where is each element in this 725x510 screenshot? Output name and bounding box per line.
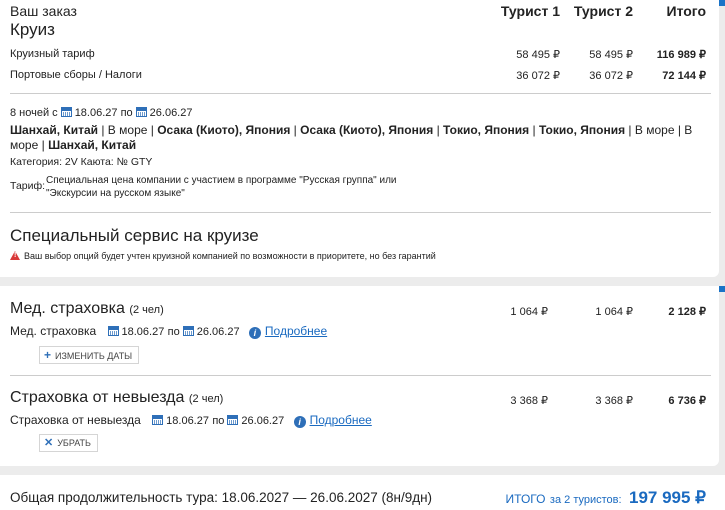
tariff-line: "Экскурсии на русском языке": [46, 188, 185, 199]
row-t1: 36 072 ₽: [516, 70, 560, 82]
row-t1: 58 495 ₽: [516, 49, 560, 61]
cancel-sub-label: Страховка от невыезда: [10, 413, 141, 427]
row-t2: 36 072 ₽: [589, 70, 633, 82]
cabin-category: Категория: 2V Каюта: № GTY: [10, 156, 153, 168]
col-total: Итого: [666, 3, 706, 19]
persons-count: (2 чел): [129, 304, 164, 316]
calendar-icon: [107, 326, 119, 336]
special-service-warning: Ваш выбор опций будет учтен круизной ком…: [10, 251, 436, 261]
info-icon[interactable]: i: [293, 416, 306, 428]
calendar-icon: [135, 107, 147, 117]
calendar-icon: [60, 107, 72, 117]
divider: [10, 212, 711, 213]
route-port: Токио, Япония: [443, 123, 530, 137]
date-to: 26.06.27: [196, 326, 240, 338]
section-cruise-title: Круиз: [10, 20, 55, 39]
tour-duration: Общая продолжительность тура: 18.06.2027…: [10, 490, 433, 505]
cancel-insurance-title: Страховка от невыезда: [10, 389, 185, 406]
date-from: 18.06.27: [121, 326, 165, 338]
nights-label: 8 ночей с: [10, 107, 58, 119]
button-label: ИЗМЕНИТЬ ДАТЫ: [55, 351, 133, 361]
med-insurance-title: Мед. страховка: [10, 300, 125, 317]
scroll-edge: [719, 286, 725, 292]
route-port: Токио, Япония: [538, 123, 626, 137]
info-icon[interactable]: i: [248, 327, 261, 339]
divider: [10, 93, 711, 94]
calendar-icon: [227, 415, 239, 425]
calendar-icon: [152, 415, 164, 425]
order-title: Ваш заказ: [10, 3, 77, 19]
route-separator: |: [433, 123, 444, 137]
remove-button[interactable]: ✕ УБРАТЬ: [39, 434, 98, 452]
cancel-insurance-heading: Страховка от невыезда (2 чел): [10, 389, 223, 407]
route-separator: |: [529, 123, 539, 137]
med-t1: 1 064 ₽: [510, 306, 548, 318]
total-label: ИТОГО: [505, 492, 546, 506]
grand-total: ИТОГО за 2 туристов: 197 995 ₽: [506, 488, 706, 508]
plus-icon: +: [44, 348, 52, 362]
cancel-t1: 3 368 ₽: [510, 395, 548, 407]
route-port: Шанхай, Китай: [10, 123, 99, 137]
total-value: 197 995 ₽: [629, 488, 706, 507]
button-label: УБРАТЬ: [57, 438, 91, 448]
to-word: по: [120, 107, 133, 119]
divider: [10, 375, 711, 376]
cancel-total: 6 736 ₽: [668, 395, 706, 407]
warning-text: Ваш выбор опций будет учтен круизной ком…: [24, 251, 436, 261]
special-service-title: Специальный сервис на круизе: [10, 226, 259, 245]
tariff-description: Специальная цена компании с участием в п…: [46, 174, 397, 200]
col-tourist-2: Турист 2: [573, 3, 633, 19]
row-label: Портовые сборы / Налоги: [10, 69, 142, 81]
route-port: Осака (Киото), Япония: [157, 123, 291, 137]
route-port: Осака (Киото), Япония: [300, 123, 434, 137]
scroll-edge: [719, 0, 725, 6]
more-link[interactable]: Подробнее: [310, 413, 372, 427]
date-to: 26.06.27: [241, 415, 285, 427]
order-card: Ваш заказ Турист 1 Турист 2 Итого Круиз …: [0, 0, 725, 277]
order-footer: Общая продолжительность тура: 18.06.2027…: [0, 475, 725, 510]
cancel-details: Страховка от невыезда 18.06.27 по 26.06.2…: [10, 413, 372, 428]
change-dates-button[interactable]: + ИЗМЕНИТЬ ДАТЫ: [39, 346, 140, 364]
row-total: 116 989 ₽: [656, 49, 706, 61]
persons-count: (2 чел): [188, 393, 224, 405]
row-t2: 58 495 ₽: [589, 49, 633, 61]
more-link[interactable]: Подробнее: [265, 324, 327, 338]
tariff-label: Тариф:: [10, 180, 46, 192]
med-total: 2 128 ₽: [668, 306, 706, 318]
med-insurance-heading: Мед. страховка (2 чел): [10, 300, 164, 318]
row-label: Круизный тариф: [10, 48, 95, 60]
route-port: Шанхай, Китай: [48, 138, 137, 152]
med-details: Мед. страховка 18.06.27 по 26.06.27 i Подр…: [10, 324, 327, 339]
med-sub-label: Мед. страховка: [10, 324, 97, 338]
date-to: 26.06.27: [149, 107, 193, 119]
row-total: 72 144 ₽: [662, 70, 706, 82]
col-tourist-1: Турист 1: [500, 3, 560, 19]
close-icon: ✕: [44, 437, 54, 449]
insurance-card: Мед. страховка (2 чел) 1 064 ₽ 1 064 ₽ 2…: [0, 286, 725, 466]
calendar-icon: [182, 326, 194, 336]
total-for: за 2 туристов:: [549, 494, 622, 506]
cancel-t2: 3 368 ₽: [595, 395, 633, 407]
route-separator: |: [290, 123, 301, 137]
to-word: по: [167, 326, 180, 338]
route-itinerary: Шанхай, Китай | В море | Осака (Киото), …: [10, 123, 700, 153]
to-word: по: [212, 415, 225, 427]
warning-icon: [10, 251, 20, 260]
date-from: 18.06.27: [166, 415, 209, 427]
date-from: 18.06.27: [74, 107, 118, 119]
tariff-line: Специальная цена компании с участием в п…: [46, 175, 397, 186]
med-t2: 1 064 ₽: [595, 306, 633, 318]
cruise-dates: 8 ночей с 18.06.27 по 26.06.27: [10, 107, 192, 119]
route-separator: | В море |: [98, 123, 158, 137]
